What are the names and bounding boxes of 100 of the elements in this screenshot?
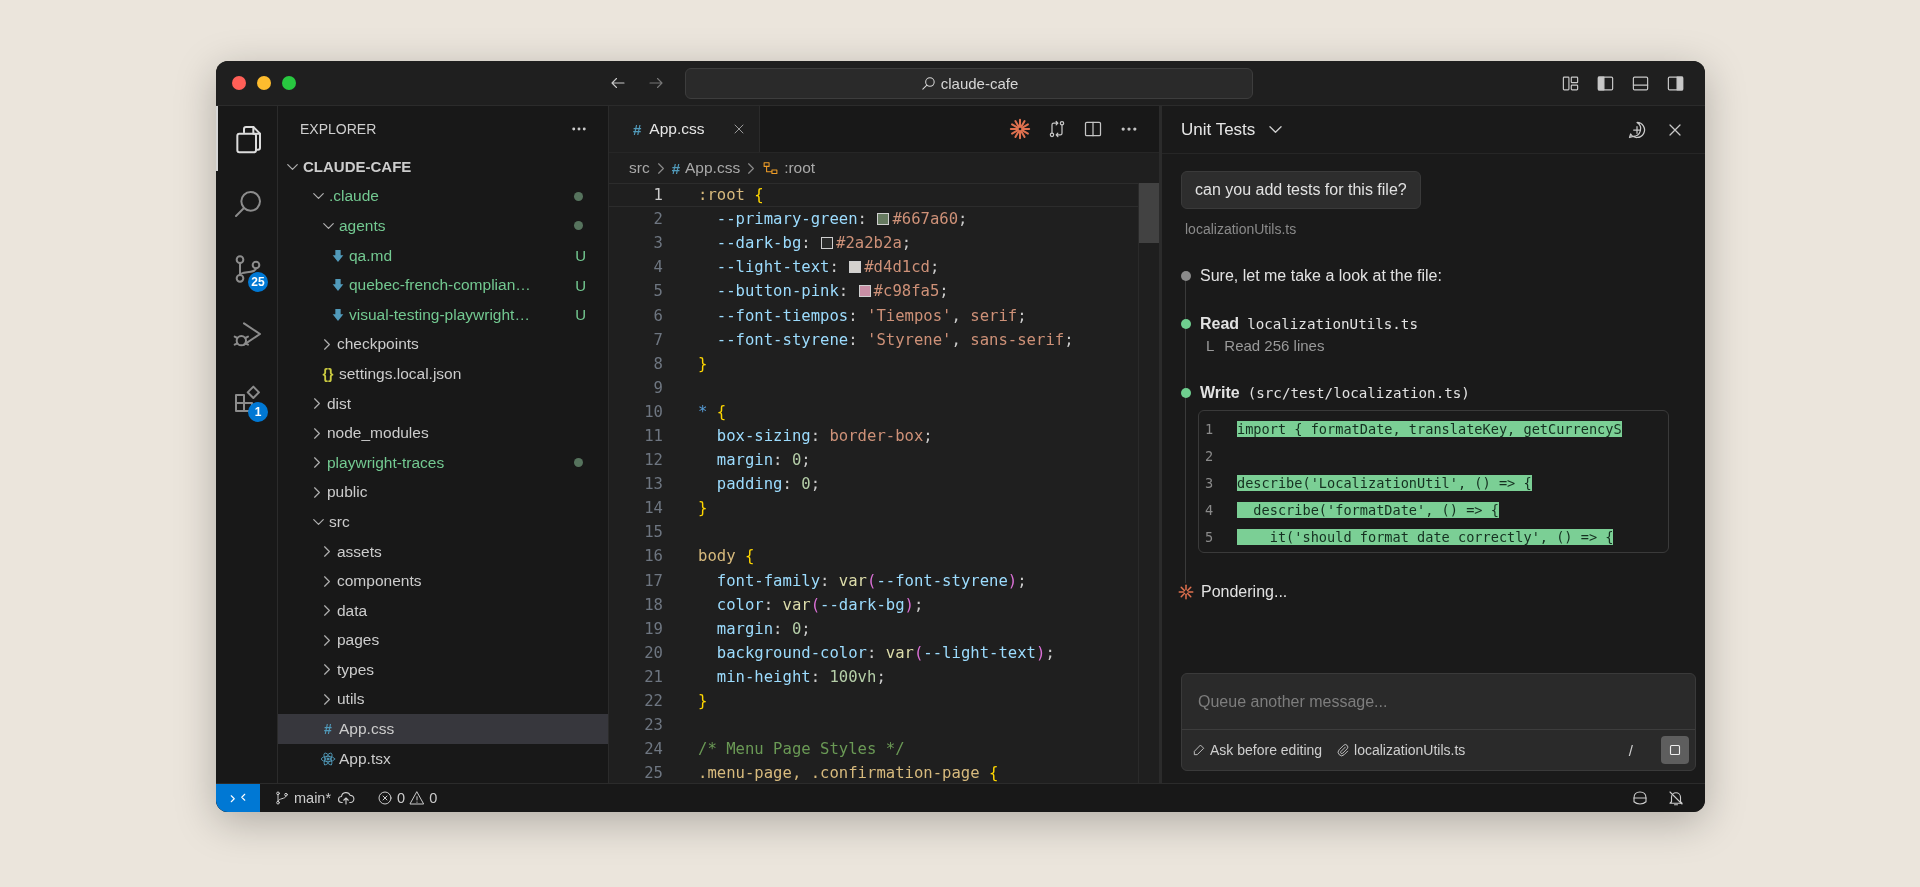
git-status-letter: U: [575, 306, 586, 324]
code-line: }: [697, 354, 708, 373]
paperclip-icon: [1336, 743, 1351, 757]
branch-button[interactable]: main*: [274, 790, 332, 806]
tree-item[interactable]: public: [278, 477, 608, 508]
tree-item[interactable]: CLAUDE-CAFE: [278, 152, 608, 182]
assistant-message: Sure, let me take a look at the file:: [1200, 267, 1443, 285]
code-line: --button-pink: #c98fa5;: [715, 282, 949, 301]
line-number: 9: [652, 378, 663, 397]
line-number: 25: [643, 764, 663, 783]
tree-item[interactable]: src: [278, 507, 608, 537]
tree-item[interactable]: components: [278, 566, 608, 596]
message-input[interactable]: Queue another message...: [1182, 674, 1695, 730]
code-line: --primary-green: #667a60;: [715, 210, 968, 229]
line-number: 18: [643, 595, 663, 614]
attachment-chip[interactable]: localizationUtils.ts: [1336, 742, 1466, 758]
tree-item[interactable]: quebec-french-complian… U: [278, 270, 608, 300]
code-line: --font-styrene: 'Styrene', sans-serif;: [715, 330, 1074, 349]
line-number: 5: [652, 282, 663, 301]
change-dot: [574, 221, 583, 231]
activity-bar-tab[interactable]: 1: [216, 366, 277, 431]
remote-button[interactable]: [216, 784, 260, 812]
breadcrumb-item[interactable]: src: [629, 159, 650, 177]
warning-icon: [409, 790, 426, 806]
code-line: min-height: 100vh;: [715, 667, 886, 686]
tree-item[interactable]: {} settings.local.json: [278, 359, 608, 389]
line-number: 24: [643, 740, 663, 759]
chevron-right-icon: [324, 338, 330, 350]
line-number: 4: [1204, 501, 1215, 518]
hash-icon: #: [320, 721, 336, 738]
change-dot: [574, 191, 583, 201]
tree-item[interactable]: pages: [278, 625, 608, 656]
hash-icon: #: [671, 159, 680, 177]
breadcrumb-item[interactable]: # App.css: [671, 159, 741, 177]
line-number: 21: [643, 667, 663, 686]
tree-item[interactable]: qa.md U: [278, 240, 608, 271]
compare-icon[interactable]: [1047, 119, 1067, 139]
line-number: 7: [652, 330, 663, 349]
code-line: background-color: var(--light-text);: [715, 643, 1055, 662]
command-center-search[interactable]: claude-cafe: [685, 67, 1253, 99]
problems-button[interactable]: 0 0: [377, 790, 438, 806]
pencil-icon: [1192, 743, 1206, 757]
code-line: * {: [697, 402, 727, 421]
tree-item[interactable]: checkpoints: [278, 329, 608, 360]
chevron-right-icon: [748, 162, 755, 174]
window-minimize-button[interactable]: [257, 76, 271, 90]
breadcrumb-item[interactable]: :root: [762, 159, 816, 177]
window-close-button[interactable]: [232, 76, 246, 90]
activity-bar-tab[interactable]: 25: [216, 236, 277, 301]
tree-item[interactable]: agents: [278, 211, 608, 241]
error-icon: [377, 790, 394, 806]
chevron-down-icon: [1268, 126, 1282, 133]
tree-item[interactable]: visual-testing-playwright… U: [278, 299, 608, 330]
split-editor-icon[interactable]: [1083, 119, 1103, 139]
message-field[interactable]: Queue another message... Ask before editing localizationUtils.ts /: [1181, 673, 1696, 771]
line-number: 2: [652, 210, 663, 229]
bell-slash-icon[interactable]: [1667, 789, 1685, 807]
session-dropdown[interactable]: Unit Tests: [1181, 119, 1284, 140]
code-line: --dark-bg: #2a2b2a;: [715, 234, 912, 253]
tool-argument: (src/test/localization.ts): [1247, 385, 1470, 401]
chevron-down-icon: [312, 518, 324, 525]
chevron-down-icon: [286, 163, 298, 170]
chevron-right-icon: [324, 575, 330, 587]
scrollbar-thumb[interactable]: [1139, 183, 1159, 243]
line-number: 6: [652, 306, 663, 325]
atom-icon: [320, 750, 336, 767]
tree-item[interactable]: data: [278, 595, 608, 626]
braces-icon: {}: [320, 365, 336, 382]
code-line: color: var(--dark-bg);: [715, 595, 924, 614]
sparkle-icon[interactable]: [1009, 118, 1031, 140]
tree-item[interactable]: node_modules: [278, 418, 608, 448]
chevron-right-icon: [314, 427, 320, 439]
count-badge: 25: [248, 272, 268, 292]
status-text: Pondering...: [1201, 583, 1288, 601]
window-zoom-button[interactable]: [282, 76, 296, 90]
edit-mode-button[interactable]: Ask before editing: [1192, 742, 1323, 758]
slash-command-button[interactable]: /: [1628, 741, 1633, 759]
editor-tab[interactable]: # App.css: [609, 106, 760, 152]
tree-item[interactable]: .claude: [278, 181, 608, 212]
stop-button[interactable]: [1661, 736, 1689, 764]
tree-item[interactable]: assets: [278, 536, 608, 567]
line-number: 3: [652, 234, 663, 253]
chevron-right-icon: [324, 694, 330, 705]
code-line: /* Menu Page Styles */: [697, 740, 905, 759]
tree-item[interactable]: App.tsx: [278, 743, 608, 774]
code-line: body {: [697, 547, 755, 566]
cloud-upload-icon[interactable]: [337, 789, 356, 807]
tree-item[interactable]: types: [278, 655, 608, 685]
code-line: --font-tiempos: 'Tiempos', serif;: [715, 306, 1027, 325]
code-line: margin: 0;: [715, 451, 811, 470]
context-file-label: localizationUtils.ts: [1185, 221, 1298, 237]
code-line: font-family: var(--font-styrene);: [715, 571, 1027, 590]
tree-item[interactable]: utils: [278, 684, 608, 715]
chevron-right-icon: [314, 457, 320, 469]
tree-item[interactable]: dist: [278, 388, 608, 419]
tree-item[interactable]: # App.css: [278, 714, 608, 744]
tree-item[interactable]: playwright-traces: [278, 447, 608, 478]
tool-name: Write: [1200, 384, 1240, 401]
code-line: --light-text: #d4d1cd;: [715, 258, 940, 277]
asterisk-icon: [1177, 583, 1195, 601]
